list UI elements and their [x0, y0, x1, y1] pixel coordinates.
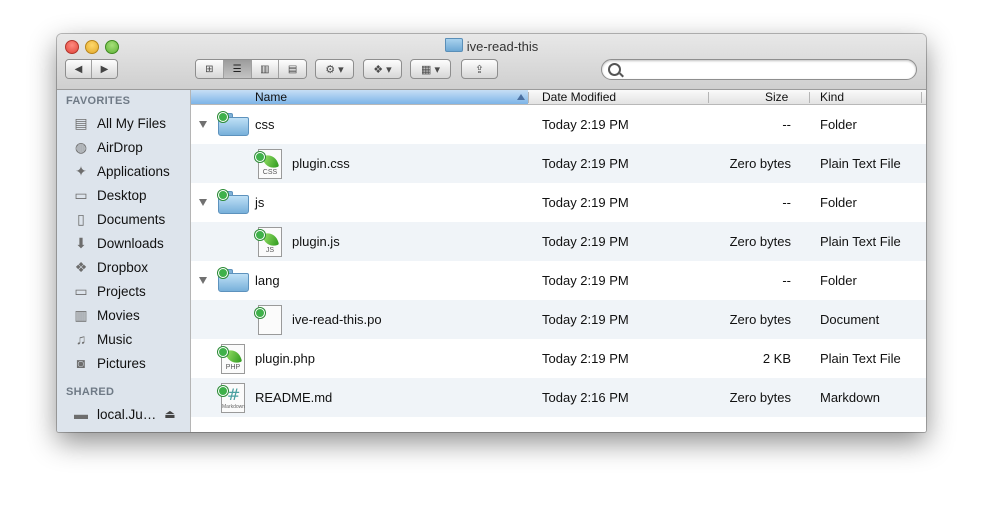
file-row[interactable]: js Today 2:19 PM -- Folder: [191, 183, 926, 222]
file-list: Name Date Modified Size Kind css Today 2:…: [191, 90, 926, 432]
sidebar-item-documents[interactable]: ▯ Documents: [73, 208, 189, 230]
eject-icon[interactable]: ⏏: [164, 407, 175, 421]
file-size: Zero bytes: [729, 390, 791, 405]
sidebar-item-applications[interactable]: ✦ Applications: [73, 160, 189, 182]
folder-icon: ▭: [74, 282, 88, 299]
column-header-name-label: Name: [255, 90, 288, 104]
dropbox-icon: ❖: [74, 258, 88, 275]
desktop-icon: ▭: [74, 186, 88, 203]
sidebar-item-label: Projects: [97, 283, 146, 299]
all-files-icon: ▤: [74, 114, 88, 131]
arrange-menu-button[interactable]: ▦ ▾: [410, 59, 451, 79]
file-size: 2 KB: [762, 351, 791, 366]
file-size: Zero bytes: [729, 234, 791, 249]
dropbox-menu-button[interactable]: ❖ ▾: [363, 59, 402, 79]
folder-icon: [444, 38, 463, 52]
search-field[interactable]: [601, 59, 917, 80]
file-kind: Folder: [820, 195, 857, 210]
file-size: --: [782, 273, 791, 288]
file-row[interactable]: CSS plugin.css Today 2:19 PM Zero bytes Plai…: [191, 144, 926, 183]
back-button[interactable]: ◀: [66, 60, 92, 78]
network-drive-icon: ▬: [74, 406, 88, 422]
sidebar-item-all-my-files[interactable]: ▤ All My Files: [73, 112, 189, 134]
downloads-icon: ⬇: [75, 234, 87, 251]
finder-window: ive-read-this ◀ ▶ ⊞ ☰ ▥ ▤ ⚙ ▾ ❖ ▾ ▦ ▾ ⇪ …: [57, 34, 926, 432]
window-title: ive-read-this: [57, 38, 926, 54]
file-size: Zero bytes: [729, 312, 791, 327]
file-kind: Folder: [820, 273, 857, 288]
column-divider[interactable]: [921, 92, 922, 103]
file-kind: Plain Text File: [820, 156, 901, 171]
sidebar-item-pictures[interactable]: ◙ Pictures: [73, 352, 189, 374]
music-icon: ♫: [75, 331, 87, 347]
column-view-button[interactable]: ▥: [251, 60, 280, 78]
sidebar-item-label: local.Ju…: [97, 406, 157, 422]
forward-button[interactable]: ▶: [92, 60, 117, 78]
sidebar-item-downloads[interactable]: ⬇ Downloads: [73, 232, 189, 254]
file-size: --: [782, 195, 791, 210]
sidebar-item-desktop[interactable]: ▭ Desktop: [73, 184, 189, 206]
sidebar-item-airdrop[interactable]: ◍ AirDrop: [73, 136, 189, 158]
icon-view-button[interactable]: ⊞: [196, 60, 224, 78]
file-row[interactable]: JS plugin.js Today 2:19 PM Zero bytes Plain …: [191, 222, 926, 261]
sidebar-item-label: Documents: [97, 211, 166, 227]
sidebar: FAVORITES ▤ All My Files ◍ AirDrop ✦ Applic…: [57, 90, 191, 432]
file-size: --: [782, 117, 791, 132]
column-header-size[interactable]: Size: [765, 90, 788, 104]
sidebar-item-label: Desktop: [97, 187, 147, 203]
airdrop-icon: ◍: [74, 138, 88, 155]
sidebar-item-label: Dropbox: [97, 259, 149, 275]
column-header-kind[interactable]: Kind: [820, 90, 844, 104]
pictures-icon: ◙: [76, 355, 86, 371]
sidebar-item-label: Music: [97, 331, 133, 347]
action-gear-button[interactable]: ⚙ ▾: [315, 59, 354, 79]
sidebar-favorites-header: FAVORITES: [66, 95, 131, 107]
column-divider[interactable]: [708, 92, 709, 103]
sidebar-item-music[interactable]: ♫ Music: [73, 328, 189, 350]
file-row[interactable]: ive-read-this.po Today 2:19 PM Zero bytes D…: [191, 300, 926, 339]
coverflow-view-button[interactable]: ▤: [279, 60, 306, 78]
sidebar-item-label: Pictures: [97, 355, 146, 371]
back-forward-control: ◀ ▶: [65, 59, 118, 79]
sidebar-item-label: Movies: [97, 307, 140, 323]
view-mode-control: ⊞ ☰ ▥ ▤: [195, 59, 307, 79]
file-kind: Document: [820, 312, 880, 327]
column-divider[interactable]: [528, 92, 529, 103]
search-icon: [608, 63, 621, 76]
sidebar-item-label: All My Files: [97, 115, 167, 131]
sidebar-item-dropbox[interactable]: ❖ Dropbox: [73, 256, 189, 278]
documents-icon: ▯: [77, 210, 85, 227]
applications-icon: ✦: [75, 162, 87, 179]
file-row[interactable]: PHP plugin.php Today 2:19 PM 2 KB Plain Text…: [191, 339, 926, 378]
sidebar-item-label: AirDrop: [97, 139, 143, 155]
sidebar-item-projects[interactable]: ▭ Projects: [73, 280, 189, 302]
sidebar-shared-header: SHARED: [66, 386, 115, 398]
column-header-bar: Name Date Modified Size Kind: [191, 90, 926, 105]
file-kind: Plain Text File: [820, 351, 901, 366]
file-size: Zero bytes: [729, 156, 791, 171]
file-row[interactable]: # Markdown README.md Today 2:16 PM Zero byte…: [191, 378, 926, 417]
sidebar-item-label: Applications: [97, 163, 170, 179]
column-header-name[interactable]: Name: [191, 90, 528, 104]
file-row[interactable]: css Today 2:19 PM -- Folder: [191, 105, 926, 144]
file-kind: Markdown: [820, 390, 880, 405]
sidebar-item-label: Downloads: [97, 235, 164, 251]
file-kind: Plain Text File: [820, 234, 901, 249]
sort-ascending-icon: [517, 94, 525, 100]
column-divider[interactable]: [809, 92, 810, 103]
sidebar-item-movies[interactable]: ▥ Movies: [73, 304, 189, 326]
sidebar-item-shared-server[interactable]: ▬ local.Ju… ⏏: [73, 403, 189, 425]
column-header-date[interactable]: Date Modified: [542, 90, 616, 104]
share-button[interactable]: ⇪: [461, 59, 498, 79]
file-kind: Folder: [820, 117, 857, 132]
list-view-button[interactable]: ☰: [223, 60, 252, 78]
file-row[interactable]: lang Today 2:19 PM -- Folder: [191, 261, 926, 300]
toolbar: ive-read-this ◀ ▶ ⊞ ☰ ▥ ▤ ⚙ ▾ ❖ ▾ ▦ ▾ ⇪: [57, 34, 926, 90]
window-title-text: ive-read-this: [466, 39, 539, 54]
movies-icon: ▥: [74, 306, 88, 323]
